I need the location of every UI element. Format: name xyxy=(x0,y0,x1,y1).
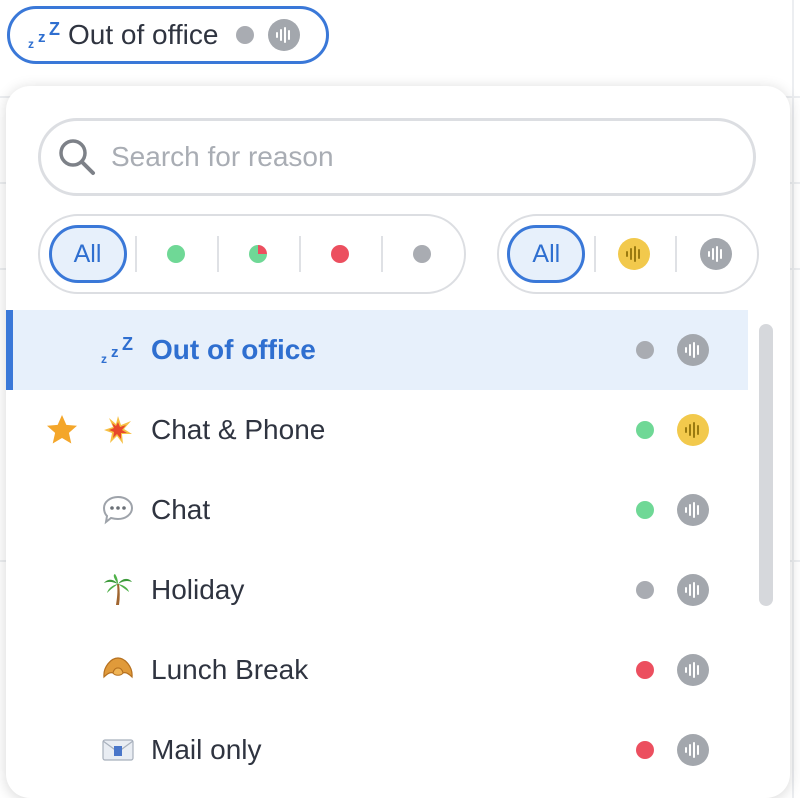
zzz-icon: z z Z xyxy=(28,19,60,51)
search-input[interactable] xyxy=(109,140,673,174)
voice-icon xyxy=(677,574,709,606)
reason-label: Chat & Phone xyxy=(151,414,326,445)
filter-available[interactable] xyxy=(135,216,217,292)
reason-label: Holiday xyxy=(151,574,245,605)
status-dropdown: All All xyxy=(6,86,790,798)
voice-filter: All xyxy=(497,214,759,294)
search-box[interactable] xyxy=(38,118,756,196)
list-item[interactable]: Chat & Phone xyxy=(6,390,748,470)
list-item[interactable]: z z Z Out of office xyxy=(6,310,748,390)
voice-icon xyxy=(677,334,709,366)
status-dot xyxy=(636,581,654,599)
reason-label: Mail only xyxy=(151,734,262,765)
list-item[interactable]: Holiday xyxy=(6,550,748,630)
list-item[interactable]: Mail only xyxy=(6,710,748,790)
reason-label: Chat xyxy=(151,494,211,525)
voice-icon xyxy=(677,414,709,446)
filter-voice-off[interactable] xyxy=(675,216,757,292)
split-dot-icon xyxy=(249,245,267,263)
availability-filter: All xyxy=(38,214,466,294)
status-dot xyxy=(636,341,654,359)
availability-filter-all[interactable]: All xyxy=(40,216,135,292)
red-dot-icon xyxy=(331,245,349,263)
filter-partial[interactable] xyxy=(217,216,299,292)
voice-icon xyxy=(268,19,301,51)
status-selector-button[interactable]: z z Z Out of office xyxy=(7,6,329,64)
status-dot xyxy=(636,421,654,439)
background-divider xyxy=(792,0,794,798)
reason-label: Out of office xyxy=(151,334,316,365)
voice-icon xyxy=(677,654,709,686)
voice-icon xyxy=(677,494,709,526)
voice-filter-all[interactable]: All xyxy=(499,216,594,292)
reason-label: Lunch Break xyxy=(151,654,309,685)
envelope-icon xyxy=(100,733,136,767)
reason-list: z z Z Out of office Chat & Phone Chat Ho… xyxy=(6,310,748,790)
filter-offline[interactable] xyxy=(381,216,463,292)
voice-icon xyxy=(677,734,709,766)
status-dot xyxy=(636,741,654,759)
list-item[interactable]: Chat xyxy=(6,470,748,550)
all-label: All xyxy=(507,225,586,283)
status-dot xyxy=(236,26,255,44)
croissant-icon xyxy=(100,653,136,687)
palm-tree-icon xyxy=(100,573,136,607)
favorite-star-icon xyxy=(47,415,77,444)
filter-busy[interactable] xyxy=(299,216,381,292)
current-status-label: Out of office xyxy=(68,19,219,50)
collision-icon xyxy=(100,413,136,447)
speech-bubble-icon xyxy=(100,493,136,527)
status-dot xyxy=(636,661,654,679)
search-icon xyxy=(59,139,95,175)
list-scrollbar[interactable] xyxy=(759,324,773,606)
status-dot xyxy=(636,501,654,519)
list-item[interactable]: Lunch Break xyxy=(6,630,748,710)
voice-on-icon xyxy=(618,238,651,270)
green-dot-icon xyxy=(167,245,185,263)
filter-voice-on[interactable] xyxy=(593,216,676,292)
all-label: All xyxy=(48,225,127,283)
voice-off-icon xyxy=(700,238,733,270)
gray-dot-icon xyxy=(413,245,431,263)
zzz-icon: z z Z xyxy=(101,334,133,366)
